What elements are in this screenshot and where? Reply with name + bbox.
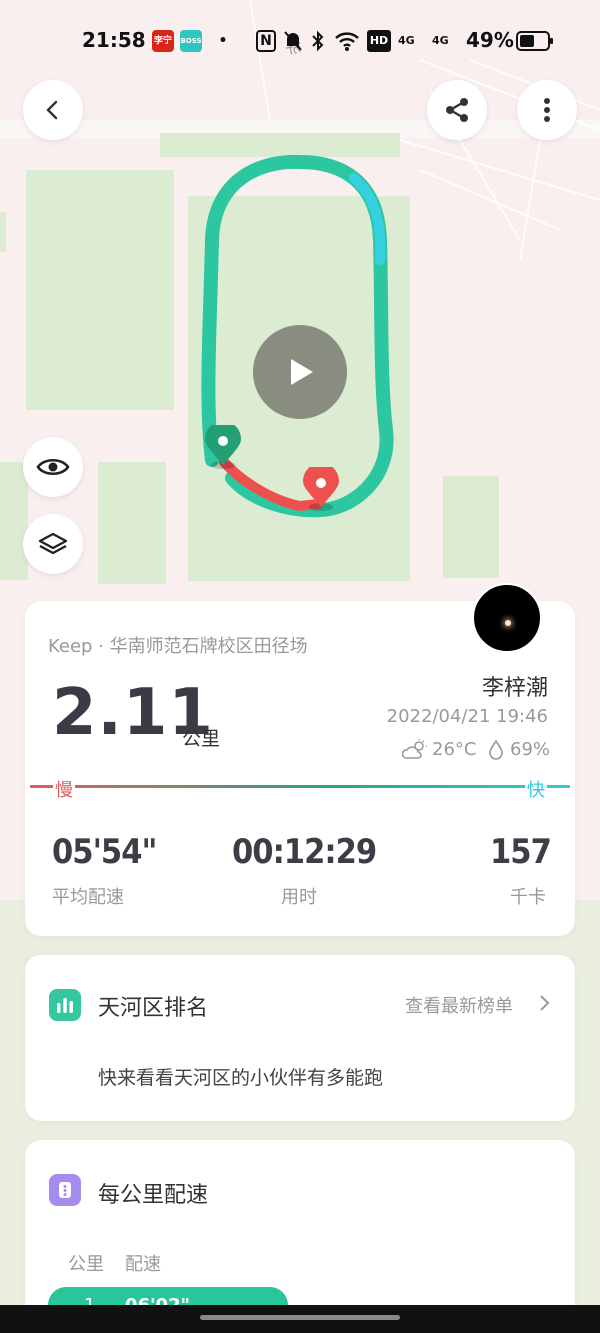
- calories-value: 157: [490, 832, 552, 872]
- ranking-title: 天河区排名: [98, 996, 209, 1021]
- eye-icon: [36, 458, 70, 476]
- pace-gradient-bar: [30, 785, 570, 788]
- chevron-right-icon[interactable]: [538, 994, 550, 1012]
- slow-label: 慢: [53, 776, 75, 802]
- run-datetime: 2022/04/21 19:46: [386, 706, 548, 727]
- humidity-icon: [489, 739, 503, 760]
- humidity: 69%: [510, 739, 551, 760]
- pace-title: 每公里配速: [98, 1183, 209, 1208]
- district-ranking-card[interactable]: [25, 955, 575, 1121]
- avg-pace-label: 平均配速: [52, 887, 124, 908]
- pace-list-icon: [49, 1174, 81, 1206]
- ranking-chart-icon: [49, 989, 81, 1021]
- visibility-toggle-button[interactable]: [23, 437, 83, 497]
- ranking-description: 快来看看天河区的小伙伴有多能跑: [98, 1067, 384, 1089]
- play-icon: [291, 359, 313, 385]
- map-layers-button[interactable]: [23, 514, 83, 574]
- temperature: 26°C: [432, 739, 477, 760]
- end-pin: [303, 467, 339, 511]
- calories-label: 千卡: [510, 887, 546, 908]
- avatar[interactable]: [472, 583, 542, 653]
- pace-column-km: 公里: [68, 1254, 104, 1275]
- start-pin: [205, 425, 241, 469]
- play-route-button[interactable]: [253, 325, 347, 419]
- run-location: Keep · 华南师范石牌校区田径场: [48, 636, 308, 657]
- layers-icon: [38, 532, 68, 555]
- distance-unit: 公里: [182, 728, 221, 750]
- avg-pace-value: 05'54": [52, 832, 157, 872]
- duration-label: 用时: [281, 887, 317, 908]
- view-leaderboard-link[interactable]: 查看最新榜单: [405, 992, 513, 1018]
- pace-column-pace: 配速: [125, 1254, 161, 1275]
- duration-value: 00:12:29: [232, 832, 377, 872]
- username[interactable]: 李梓潮: [482, 670, 548, 702]
- weather-icon: [402, 739, 427, 759]
- run-track: [201, 154, 394, 518]
- fast-label: 快: [525, 776, 547, 802]
- home-indicator[interactable]: [200, 1315, 400, 1320]
